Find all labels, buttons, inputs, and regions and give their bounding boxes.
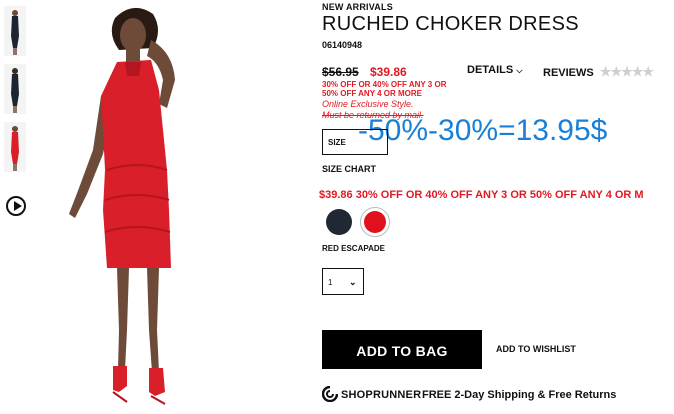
product-title: RUCHED CHOKER DRESS [322, 13, 579, 35]
shoprunner-text: FREE 2-Day Shipping & Free Returns [422, 389, 617, 401]
swatch-red[interactable] [364, 211, 386, 233]
sale-price: $39.86 [370, 65, 407, 79]
add-to-bag-button[interactable]: ADD TO BAG [322, 330, 482, 369]
original-price: $56.95 [322, 65, 359, 79]
online-note-line1: Online Exclusive Style. [322, 99, 414, 109]
add-to-wishlist-link[interactable]: ADD TO WISHLIST [496, 344, 576, 354]
thumbnail-list [4, 6, 28, 180]
tab-reviews-label: REVIEWS [543, 67, 594, 79]
promo-price-line: $39.86 30% OFF OR 40% OFF ANY 3 OR 50% O… [319, 189, 644, 201]
chevron-down-icon: ⌄ [349, 277, 357, 287]
thumbnail-red[interactable] [4, 122, 26, 172]
size-label: SIZE [328, 138, 346, 147]
product-image [55, 0, 255, 409]
size-selector[interactable]: SIZE [322, 129, 388, 155]
shoprunner-brand: SHOPRUNNER [341, 389, 422, 401]
swatch-navy[interactable] [326, 209, 352, 235]
size-chart-link[interactable]: SIZE CHART [322, 164, 376, 174]
quantity-select[interactable]: 1 ⌄ [322, 268, 364, 295]
shoprunner-logo-icon [322, 386, 338, 402]
quantity-value: 1 [328, 278, 333, 287]
thumbnail-navy-back[interactable] [4, 64, 26, 114]
product-sku: 06140948 [322, 40, 363, 50]
tab-details[interactable]: DETAILS ⌵ [467, 64, 522, 76]
chevron-down-icon: ⌵ [516, 66, 523, 75]
promo-text: 30% OFF OR 40% OFF ANY 3 OR 50% OFF ANY … [322, 80, 447, 98]
selected-color-name: RED ESCAPADE [322, 244, 385, 253]
tab-reviews[interactable]: REVIEWS ★★★★★ [543, 64, 654, 80]
eyebrow-label: NEW ARRIVALS [322, 2, 393, 12]
add-to-bag-label: ADD TO BAG [356, 343, 448, 359]
play-video-icon[interactable] [6, 196, 26, 216]
star-rating-icon: ★★★★★ [599, 64, 654, 79]
discount-overlay-text: -50%-30%=13.95$ [358, 114, 608, 147]
tab-details-label: DETAILS [467, 64, 514, 76]
thumbnail-navy-front[interactable] [4, 6, 26, 56]
